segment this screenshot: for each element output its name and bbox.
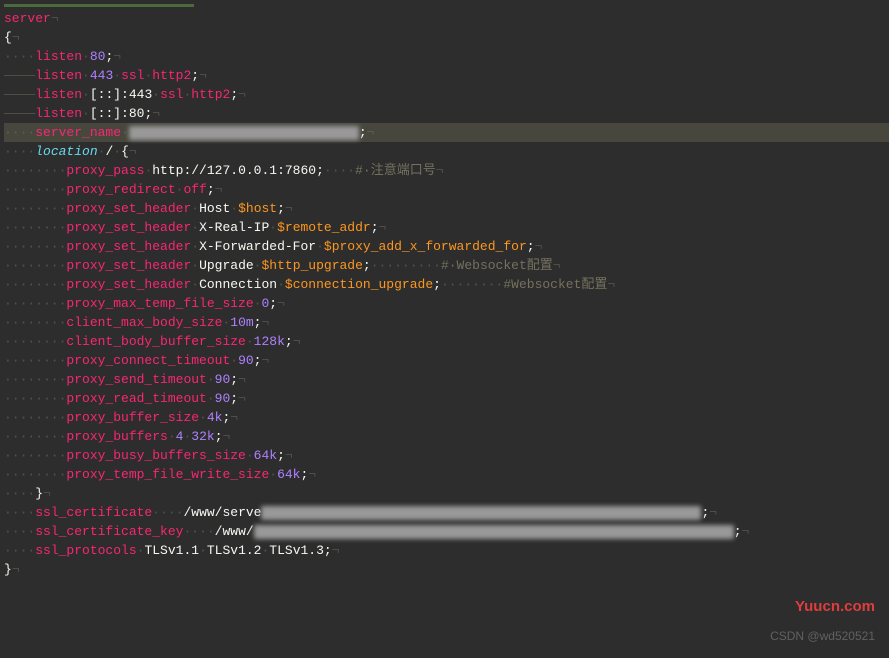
- redacted-block: x: [261, 506, 701, 520]
- redacted-block: x: [254, 525, 734, 539]
- code-line: ········proxy_busy_buffers_size·64k;¬: [4, 446, 889, 465]
- code-line: ····ssl_certificate····/www/servex;¬: [4, 503, 889, 522]
- code-line: ····ssl_protocols·TLSv1.1·TLSv1.2·TLSv1.…: [4, 541, 889, 560]
- code-line: }¬: [4, 560, 889, 579]
- code-line: ········proxy_set_header·X-Forwarded-For…: [4, 237, 889, 256]
- code-line: ········proxy_set_header·Host·$host;¬: [4, 199, 889, 218]
- code-editor: server¬ {¬ ····listen·80;¬ ————listen·44…: [0, 0, 889, 579]
- code-line: ····}¬: [4, 484, 889, 503]
- code-line: ········proxy_set_header·X-Real-IP·$remo…: [4, 218, 889, 237]
- code-line: ········proxy_redirect·off;¬: [4, 180, 889, 199]
- code-line: ········client_max_body_size·10m;¬: [4, 313, 889, 332]
- code-line: ········proxy_pass·http://127.0.0.1:7860…: [4, 161, 889, 180]
- code-line-highlighted: ····server_name·x;¬: [4, 123, 889, 142]
- code-line: ········proxy_buffers·4·32k;¬: [4, 427, 889, 446]
- code-line: ····listen·80;¬: [4, 47, 889, 66]
- ruler: [4, 4, 889, 7]
- code-line: ————listen·443·ssl·http2;¬: [4, 66, 889, 85]
- code-line: ········proxy_temp_file_write_size·64k;¬: [4, 465, 889, 484]
- code-line: {¬: [4, 28, 889, 47]
- code-line: ········proxy_read_timeout·90;¬: [4, 389, 889, 408]
- watermark-csdn: CSDN @wd520521: [770, 627, 875, 646]
- code-line: ········proxy_set_header·Connection·$con…: [4, 275, 889, 294]
- code-line: ————listen·[::]:80;¬: [4, 104, 889, 123]
- code-line: ········proxy_buffer_size·4k;¬: [4, 408, 889, 427]
- code-line: ····location·/·{¬: [4, 142, 889, 161]
- code-line: ········proxy_connect_timeout·90;¬: [4, 351, 889, 370]
- code-line: ········client_body_buffer_size·128k;¬: [4, 332, 889, 351]
- code-line: ————listen·[::]:443·ssl·http2;¬: [4, 85, 889, 104]
- watermark-site: Yuucn.com: [795, 597, 875, 616]
- code-line: ········proxy_set_header·Upgrade·$http_u…: [4, 256, 889, 275]
- code-line: ········proxy_send_timeout·90;¬: [4, 370, 889, 389]
- code-line: server¬: [4, 9, 889, 28]
- code-line: ········proxy_max_temp_file_size·0;¬: [4, 294, 889, 313]
- code-line: ····ssl_certificate_key····/www/x;¬: [4, 522, 889, 541]
- redacted-block: x: [129, 126, 359, 140]
